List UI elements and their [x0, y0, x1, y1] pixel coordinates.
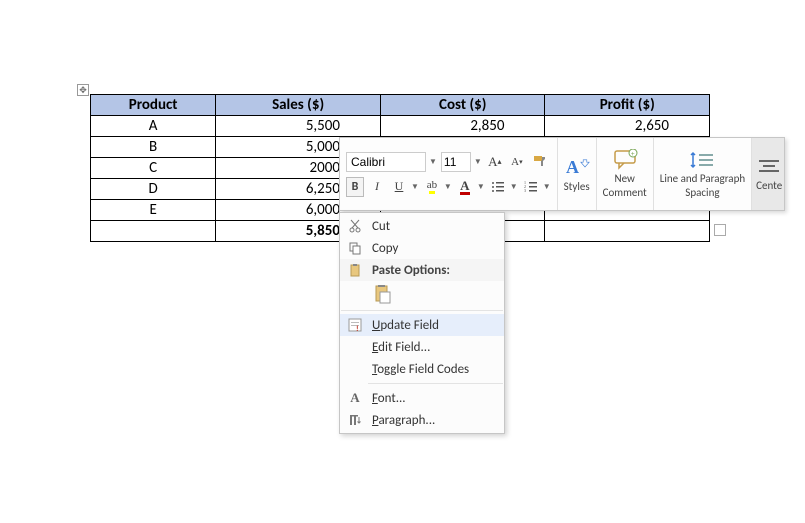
styles-label: Styles	[564, 181, 590, 193]
separator	[341, 310, 503, 311]
chevron-down-icon[interactable]: ▼	[510, 182, 518, 192]
bold-button[interactable]: B	[346, 177, 364, 197]
chevron-down-icon[interactable]: ▼	[444, 182, 452, 192]
ctx-update-field[interactable]: ! Update Field	[340, 314, 504, 336]
ctx-copy-label: Copy	[372, 241, 398, 256]
table-header-row: Product Sales ($) Cost ($) Profit ($)	[91, 95, 710, 116]
lp-spacing-label-1: Line and Paragraph	[660, 173, 745, 185]
line-paragraph-spacing-button[interactable]: Line and Paragraph Spacing	[654, 138, 752, 210]
center-label: Cente	[756, 180, 782, 192]
lp-spacing-label-2: Spacing	[685, 187, 719, 199]
ctx-paste-options-header: Paste Options:	[340, 259, 504, 281]
svg-text:+: +	[631, 149, 635, 158]
col-header-sales: Sales ($)	[216, 95, 381, 116]
numbering-button[interactable]: 123	[522, 177, 540, 197]
chevron-down-icon[interactable]: ▼	[429, 157, 437, 167]
svg-text:!: !	[356, 324, 359, 332]
cell-product[interactable]: C	[91, 158, 216, 179]
center-button[interactable]: Cente	[752, 138, 784, 210]
ctx-copy[interactable]: Copy	[340, 237, 504, 259]
paste-options-row	[340, 281, 504, 307]
table-row: A 5,500 2,850 2,650	[91, 116, 710, 137]
chevron-down-icon[interactable]: ▼	[543, 182, 551, 192]
new-comment-label-2: Comment	[603, 187, 647, 199]
cell-sales[interactable]: 5,500	[216, 116, 381, 137]
font-size-input[interactable]	[441, 152, 471, 172]
shrink-font-button[interactable]: A▾	[508, 152, 526, 172]
table-resize-handle[interactable]	[714, 224, 726, 236]
paste-keep-source-button[interactable]	[372, 283, 394, 305]
separator	[368, 383, 503, 384]
mini-toolbar: ▼ ▼ A▴ A▾ B I U▼ ab ▼ A ▼ ▼ 123 ▼	[339, 137, 785, 211]
font-color-button[interactable]: A	[456, 177, 474, 197]
cell-product[interactable]	[91, 221, 216, 242]
italic-button[interactable]: I	[368, 177, 386, 197]
ctx-cut-label: Cut	[372, 219, 390, 234]
cell-product[interactable]: B	[91, 137, 216, 158]
ctx-cut[interactable]: Cut	[340, 215, 504, 237]
copy-icon	[346, 241, 364, 255]
highlight-button[interactable]: ab	[423, 177, 441, 197]
ctx-font-label: Font...	[372, 391, 406, 406]
new-comment-button[interactable]: + New Comment	[597, 138, 654, 210]
cell-product[interactable]: D	[91, 179, 216, 200]
format-painter-button[interactable]	[530, 152, 550, 172]
cut-icon	[346, 219, 364, 233]
context-menu: Cut Copy Paste Options: ! Update Field E…	[339, 212, 505, 434]
font-name-input[interactable]	[346, 152, 426, 172]
svg-text:A: A	[566, 157, 579, 177]
cell-profit[interactable]	[545, 221, 710, 242]
paragraph-icon	[346, 413, 364, 427]
col-header-product: Product	[91, 95, 216, 116]
chevron-down-icon[interactable]: ▼	[474, 157, 482, 167]
paste-icon	[346, 263, 364, 277]
chevron-down-icon[interactable]: ▼	[477, 182, 485, 192]
ctx-update-field-label: Update Field	[372, 318, 439, 333]
chevron-down-icon[interactable]: ▼	[411, 182, 419, 192]
ctx-paragraph[interactable]: Paragraph...	[340, 409, 504, 431]
ctx-edit-field[interactable]: Edit Field...	[340, 336, 504, 358]
ctx-paragraph-label: Paragraph...	[372, 413, 435, 428]
update-field-icon: !	[346, 318, 364, 332]
cell-product[interactable]: E	[91, 200, 216, 221]
svg-text:3: 3	[524, 188, 526, 193]
cell-product[interactable]: A	[91, 116, 216, 137]
ctx-paste-options-label: Paste Options:	[372, 263, 450, 278]
new-comment-label-1: New	[614, 173, 634, 185]
cell-profit[interactable]: 2,650	[545, 116, 710, 137]
ctx-toggle-field-codes[interactable]: Toggle Field Codes	[340, 358, 504, 380]
col-header-cost: Cost ($)	[380, 95, 545, 116]
col-header-profit: Profit ($)	[545, 95, 710, 116]
ctx-edit-field-label: Edit Field...	[372, 340, 430, 355]
grow-font-button[interactable]: A▴	[486, 152, 504, 172]
table-move-handle[interactable]: ✥	[77, 84, 89, 96]
ctx-toggle-field-codes-label: Toggle Field Codes	[372, 362, 469, 377]
bullets-button[interactable]	[489, 177, 507, 197]
underline-button[interactable]: U	[390, 177, 408, 197]
styles-button[interactable]: A Styles	[558, 138, 597, 210]
cell-cost[interactable]: 2,850	[380, 116, 545, 137]
ctx-font[interactable]: A Font...	[340, 387, 504, 409]
font-icon: A	[346, 390, 364, 406]
